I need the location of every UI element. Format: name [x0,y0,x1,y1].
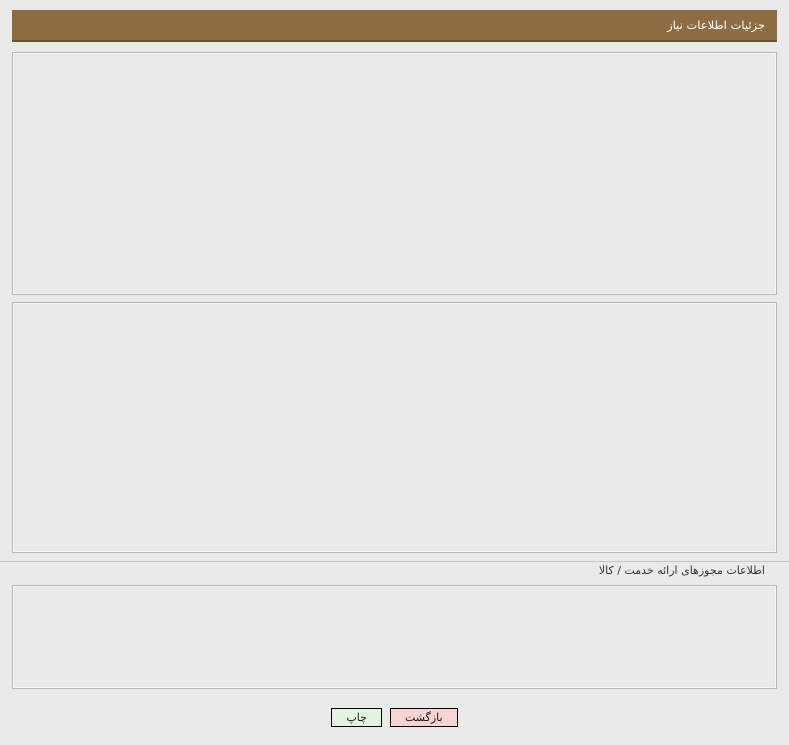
page-root: AriaTender.net جزئیات اطلاعات نیاز شماره… [0,0,789,745]
return-button[interactable]: بازگشت [390,708,458,727]
permits-section-label: اطلاعات مجوزهای ارائه خدمت / کالا [599,564,765,577]
footer-button-bar: بازگشت چاپ [0,708,789,727]
section-divider [0,561,789,562]
print-button[interactable]: چاپ [331,708,382,727]
permits-panel [12,585,777,689]
page-title: جزئیات اطلاعات نیاز [667,18,765,32]
need-info-panel [12,52,777,295]
goods-details-panel [12,302,777,553]
window-title-bar: جزئیات اطلاعات نیاز [12,10,777,42]
